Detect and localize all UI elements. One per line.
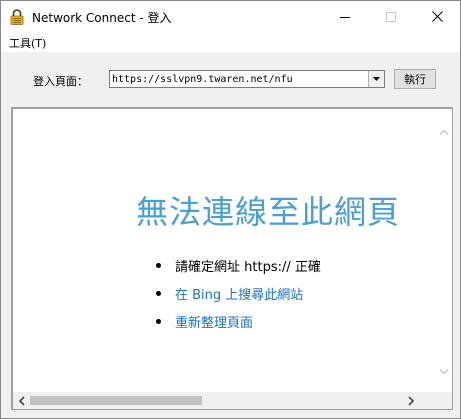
check-url-text: 請確定網址 https:// 正確 bbox=[175, 260, 321, 275]
scroll-down-button[interactable] bbox=[437, 363, 450, 380]
menu-bar: 工具(T) bbox=[1, 32, 460, 52]
scroll-up-button[interactable] bbox=[437, 123, 450, 140]
scroll-left-button[interactable] bbox=[13, 392, 30, 409]
dropdown-button[interactable] bbox=[368, 71, 384, 87]
browser-view: 無法連線至此網頁 請確定網址 https:// 正確 在 Bing 上搜尋此網站… bbox=[11, 107, 453, 410]
window-title: Network Connect - 登入 bbox=[32, 11, 172, 25]
bullet bbox=[156, 319, 161, 324]
close-icon bbox=[431, 11, 443, 22]
go-button[interactable]: 執行 bbox=[394, 69, 436, 89]
bing-search-link[interactable]: 在 Bing 上搜尋此網站 bbox=[175, 284, 303, 303]
maximize-button[interactable] bbox=[368, 1, 414, 32]
chevron-down-icon bbox=[373, 77, 380, 81]
bullet bbox=[156, 291, 161, 296]
menu-tools[interactable]: 工具(T) bbox=[9, 35, 46, 51]
horizontal-scrollbar[interactable] bbox=[13, 392, 436, 409]
minimize-button[interactable] bbox=[322, 1, 368, 32]
scroll-thumb[interactable] bbox=[30, 396, 202, 405]
login-page-label: 登入頁面： bbox=[33, 75, 88, 88]
maximize-icon bbox=[386, 11, 396, 22]
chevron-down-icon bbox=[439, 368, 448, 374]
padlock-icon bbox=[10, 9, 24, 25]
minimize-icon bbox=[340, 16, 350, 18]
chevron-left-icon bbox=[18, 395, 25, 406]
url-combobox[interactable] bbox=[109, 70, 385, 88]
chevron-right-icon bbox=[407, 395, 414, 406]
error-title: 無法連線至此網頁 bbox=[136, 193, 401, 231]
bullet bbox=[156, 263, 161, 268]
app-window: Network Connect - 登入 工具(T) 登入頁面： 執行 無法連線… bbox=[0, 0, 461, 419]
vertical-scrollbar[interactable] bbox=[435, 109, 452, 391]
refresh-link[interactable]: 重新整理頁面 bbox=[175, 312, 253, 331]
chevron-up-icon bbox=[439, 129, 448, 135]
scrollbar-corner bbox=[435, 392, 452, 409]
close-button[interactable] bbox=[414, 1, 460, 32]
url-input[interactable] bbox=[112, 72, 364, 86]
scroll-right-button[interactable] bbox=[402, 392, 419, 409]
title-bar[interactable]: Network Connect - 登入 bbox=[1, 1, 460, 32]
